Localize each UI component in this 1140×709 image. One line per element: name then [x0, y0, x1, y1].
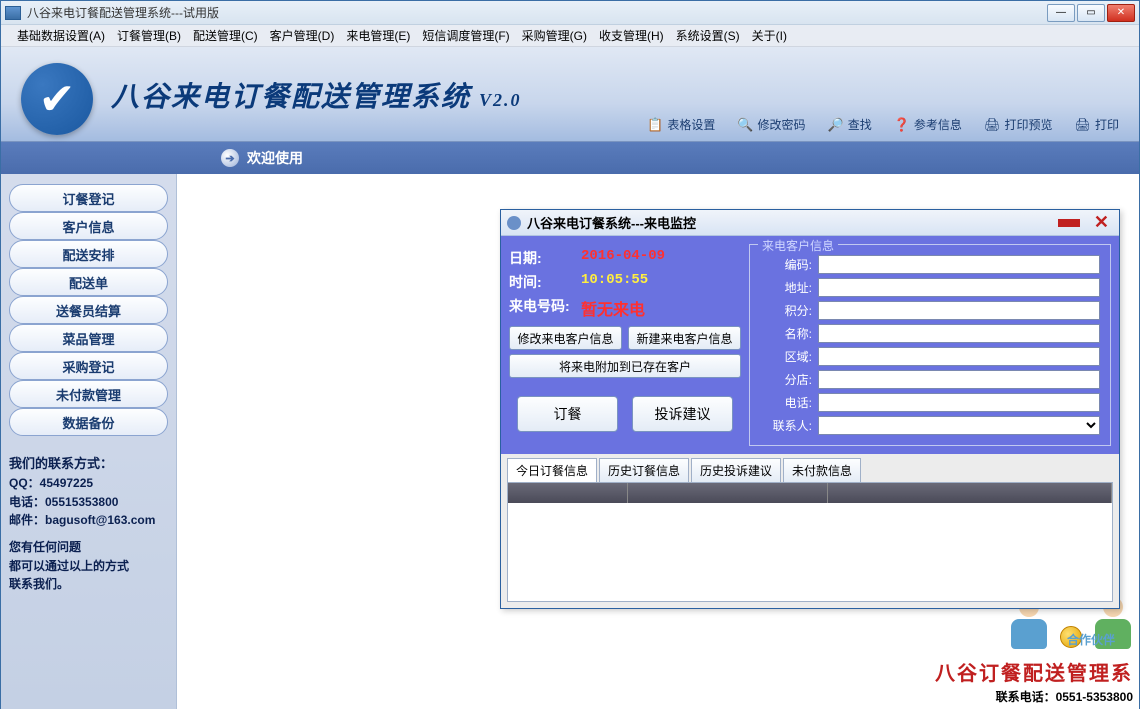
data-grid[interactable] — [507, 482, 1113, 602]
field-input[interactable] — [818, 393, 1100, 412]
tab[interactable]: 历史投诉建议 — [691, 458, 781, 482]
fieldset-legend: 来电客户信息 — [758, 237, 838, 254]
sidebar-button[interactable]: 配送安排 — [9, 240, 168, 268]
attach-customer-button[interactable]: 将来电附加到已存在客户 — [509, 354, 741, 378]
toolbar-button[interactable]: 🔍修改密码 — [737, 116, 805, 133]
app-icon — [5, 6, 21, 20]
field-label: 地址: — [760, 279, 818, 296]
form-row: 区域: — [760, 347, 1100, 366]
menu-item[interactable]: 短信调度管理(F) — [416, 24, 515, 47]
sidebar: 订餐登记客户信息配送安排配送单送餐员结算菜品管理采购登记未付款管理数据备份 我们… — [1, 174, 176, 709]
menu-item[interactable]: 订餐管理(B) — [111, 24, 187, 47]
dialog-minimize-button[interactable] — [1058, 219, 1080, 227]
toolbar-button[interactable]: ❓参考信息 — [894, 116, 962, 133]
app-title: 八谷来电订餐配送管理系统V2.0 — [111, 75, 522, 115]
arrow-icon: ➔ — [221, 149, 239, 167]
tool-icon: 🖨 — [984, 117, 1001, 133]
sidebar-button[interactable]: 采购登记 — [9, 352, 168, 380]
tab[interactable]: 历史订餐信息 — [599, 458, 689, 482]
sidebar-button[interactable]: 菜品管理 — [9, 324, 168, 352]
field-input[interactable] — [818, 255, 1100, 274]
tool-icon: 🔍 — [737, 117, 753, 133]
complaint-button[interactable]: 投诉建议 — [632, 396, 733, 432]
field-label: 名称: — [760, 325, 818, 342]
form-row: 地址: — [760, 278, 1100, 297]
tabs-area: 今日订餐信息历史订餐信息历史投诉建议未付款信息 — [501, 454, 1119, 608]
banner: ✔ 八谷来电订餐配送管理系统V2.0 📋表格设置 🔍修改密码 🔎查找 ❓参考信息 🖨打印… — [1, 47, 1139, 142]
menubar: 基础数据设置(A)订餐管理(B)配送管理(C)客户管理(D)来电管理(E)短信调… — [1, 25, 1139, 47]
sidebar-button[interactable]: 订餐登记 — [9, 184, 168, 212]
brand-mark: 合作伙伴 八谷订餐配送管理系 联系电话：0551-5353800 — [935, 597, 1133, 705]
phone-icon — [507, 216, 521, 230]
tool-icon: 🔎 — [828, 117, 844, 133]
toolbar-button[interactable]: 🔎查找 — [828, 116, 872, 133]
form-row: 积分: — [760, 301, 1100, 320]
field-input[interactable] — [818, 370, 1100, 389]
logo-icon: ✔ — [21, 63, 93, 135]
form-row: 分店: — [760, 370, 1100, 389]
field-input[interactable] — [818, 347, 1100, 366]
maximize-button[interactable]: ▭ — [1077, 4, 1105, 22]
dialog-titlebar: 八谷来电订餐系统---来电监控 ✕ — [501, 210, 1119, 236]
content-area: 合作伙伴 八谷订餐配送管理系 联系电话：0551-5353800 八谷来电订餐系… — [176, 174, 1139, 709]
window-title: 八谷来电订餐配送管理系统---试用版 — [27, 4, 1047, 21]
sidebar-button[interactable]: 客户信息 — [9, 212, 168, 240]
field-input[interactable] — [818, 278, 1100, 297]
app-window: 八谷来电订餐配送管理系统---试用版 — ▭ ✕ 基础数据设置(A)订餐管理(B… — [0, 0, 1140, 709]
toolbar-button[interactable]: 🖨打印预览 — [984, 116, 1053, 133]
field-label: 区域: — [760, 348, 818, 365]
tool-icon: ❓ — [894, 117, 910, 133]
customer-info-fieldset: 来电客户信息 编码:地址:积分:名称:区域:分店:电话:联系人: — [749, 244, 1111, 446]
tool-icon: 📋 — [647, 117, 663, 133]
close-button[interactable]: ✕ — [1107, 4, 1135, 22]
form-row: 名称: — [760, 324, 1100, 343]
menu-item[interactable]: 关于(I) — [746, 24, 793, 47]
menu-item[interactable]: 配送管理(C) — [187, 24, 264, 47]
field-label: 电话: — [760, 394, 818, 411]
sidebar-button[interactable]: 数据备份 — [9, 408, 168, 436]
menu-item[interactable]: 收支管理(H) — [593, 24, 670, 47]
menu-item[interactable]: 采购管理(G) — [516, 24, 593, 47]
field-label: 积分: — [760, 302, 818, 319]
contact-box: 我们的联系方式： QQ：45497225 电话：05515353800 邮件：b… — [9, 454, 168, 594]
sidebar-button[interactable]: 送餐员结算 — [9, 296, 168, 324]
field-label: 编码: — [760, 256, 818, 273]
toolbar-button[interactable]: 🖨打印 — [1074, 116, 1119, 133]
toolbar-button[interactable]: 📋表格设置 — [647, 116, 715, 133]
toolbar: 📋表格设置 🔍修改密码 🔎查找 ❓参考信息 🖨打印预览 🖨打印 — [647, 116, 1119, 133]
dialog-left-panel: 日期:2016-04-09 时间:10:05:55 来电号码:暂无来电 修改来电… — [509, 244, 741, 446]
tab[interactable]: 今日订餐信息 — [507, 458, 597, 482]
caller-dialog: 八谷来电订餐系统---来电监控 ✕ 日期:2016-04-09 时间:10:05… — [500, 209, 1120, 609]
form-row: 编码: — [760, 255, 1100, 274]
field-input[interactable] — [818, 301, 1100, 320]
field-input[interactable] — [818, 324, 1100, 343]
dialog-close-button[interactable]: ✕ — [1090, 212, 1113, 233]
order-button[interactable]: 订餐 — [517, 396, 618, 432]
dialog-title: 八谷来电订餐系统---来电监控 — [527, 213, 1058, 232]
menu-item[interactable]: 客户管理(D) — [264, 24, 341, 47]
main-area: 订餐登记客户信息配送安排配送单送餐员结算菜品管理采购登记未付款管理数据备份 我们… — [1, 174, 1139, 709]
edit-customer-button[interactable]: 修改来电客户信息 — [509, 326, 622, 350]
form-row: 联系人: — [760, 416, 1100, 435]
menu-item[interactable]: 系统设置(S) — [670, 24, 746, 47]
sidebar-button[interactable]: 配送单 — [9, 268, 168, 296]
titlebar: 八谷来电订餐配送管理系统---试用版 — ▭ ✕ — [1, 1, 1139, 25]
sidebar-button[interactable]: 未付款管理 — [9, 380, 168, 408]
new-customer-button[interactable]: 新建来电客户信息 — [628, 326, 741, 350]
tool-icon: 🖨 — [1074, 117, 1091, 133]
minimize-button[interactable]: — — [1047, 4, 1075, 22]
field-input[interactable] — [818, 416, 1100, 435]
field-label: 分店: — [760, 371, 818, 388]
menu-item[interactable]: 基础数据设置(A) — [11, 24, 111, 47]
field-label: 联系人: — [760, 417, 818, 434]
menu-item[interactable]: 来电管理(E) — [340, 24, 416, 47]
form-row: 电话: — [760, 393, 1100, 412]
tab[interactable]: 未付款信息 — [783, 458, 861, 482]
welcome-bar: ➔ 欢迎使用 — [1, 142, 1139, 174]
